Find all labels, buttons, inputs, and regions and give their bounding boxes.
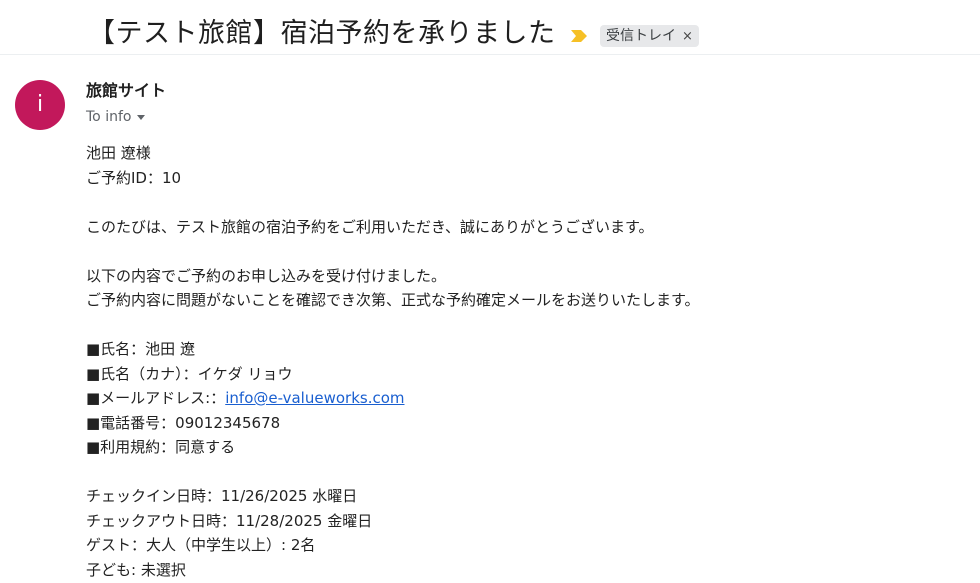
body-name: ■氏名：池田 遼	[86, 340, 195, 358]
body-guests: ゲスト：大人（中学生以上）: 2名	[86, 536, 316, 554]
inbox-label-chip: 受信トレイ ×	[600, 25, 699, 47]
inbox-label: 受信トレイ	[606, 28, 676, 44]
body-children: 子ども: 未選択	[86, 560, 186, 579]
body-email-label: ■メールアドレス:：	[86, 389, 226, 407]
body-kana: ■氏名（カナ）：イケダ リョウ	[86, 364, 293, 383]
sender-avatar[interactable]: i	[15, 80, 65, 130]
body-thanks: このたびは、テスト旅館の宿泊予約をご利用いただき、誠にありがとうございます。	[86, 217, 654, 236]
body-confirmation-note: ご予約内容に問題がないことを確認でき次第、正式な予約確定メールをお送りいたします…	[86, 291, 700, 309]
email-body: 池田 遼様 ご予約ID：10 このたびは、テスト旅館の宿泊予約をご利用いただき、…	[86, 141, 700, 582]
body-checkin: チェックイン日時：11/26/2025 水曜日	[86, 487, 358, 505]
email-subject: 【テスト旅館】宿泊予約を承りました	[88, 18, 556, 49]
chevron-down-icon[interactable]	[137, 114, 146, 120]
importance-marker-icon[interactable]	[570, 28, 588, 44]
remove-label-button[interactable]: ×	[682, 29, 693, 44]
body-terms: ■利用規約：同意する	[86, 438, 236, 456]
body-reservation-id: ご予約ID：10	[86, 168, 182, 187]
body-greeting: 池田 遼様	[86, 144, 151, 162]
recipient-text: To info	[86, 109, 132, 125]
body-email-row: ■メールアドレス:：info@e-valueworks.com	[86, 386, 700, 411]
body-checkout: チェックアウト日時：11/28/2025 金曜日	[86, 511, 373, 530]
email-address-link[interactable]: info@e-valueworks.com	[225, 389, 404, 407]
sender-name[interactable]: 旅館サイト	[86, 80, 166, 102]
subject-bar: 【テスト旅館】宿泊予約を承りました 受信トレイ ×	[0, 0, 980, 55]
recipient-details-toggle[interactable]: To info	[86, 106, 146, 128]
body-phone: ■電話番号：09012345678	[86, 413, 281, 432]
body-received: 以下の内容でご予約のお申し込みを受け付けました。	[86, 266, 447, 285]
